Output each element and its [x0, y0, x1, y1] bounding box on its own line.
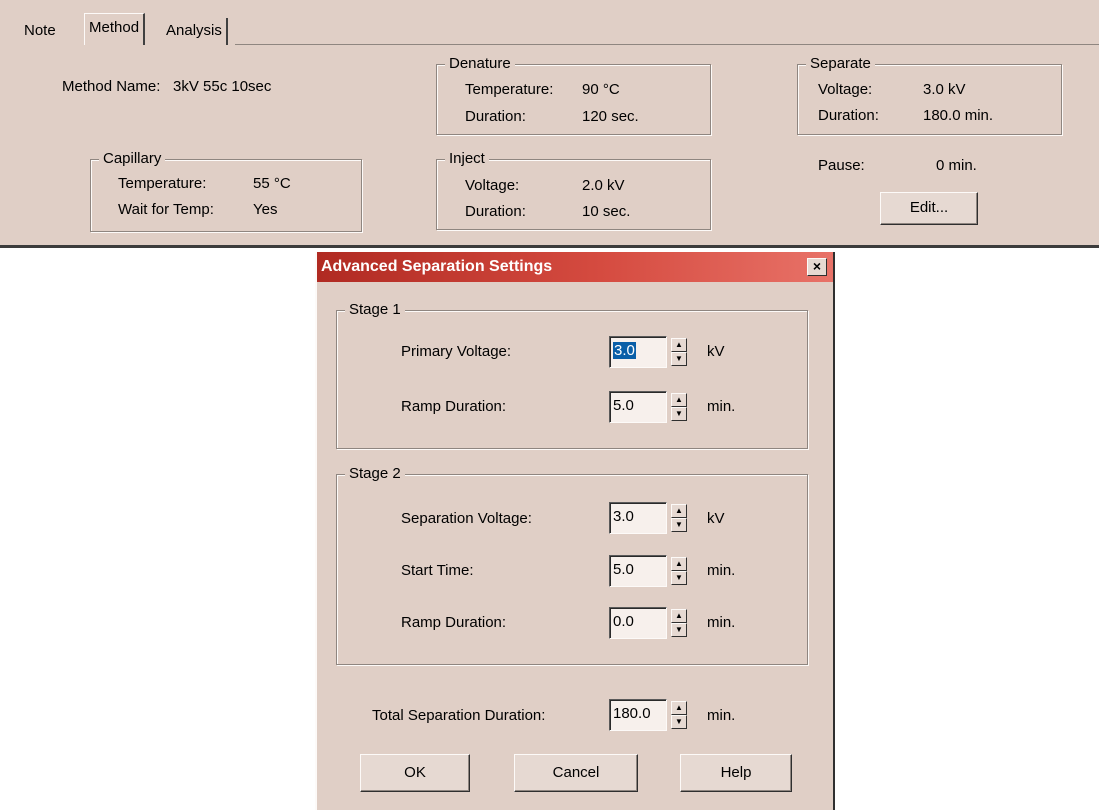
start-time-spinner[interactable]: 5.0 ▲ ▼ — [609, 555, 689, 587]
denature-title: Denature — [445, 55, 515, 73]
start-time-label: Start Time: — [401, 562, 474, 579]
spin-up-icon[interactable]: ▲ — [671, 393, 687, 407]
tab-note[interactable]: Note — [20, 18, 60, 46]
denature-duration-value: 120 sec. — [582, 108, 639, 125]
spin-up-icon[interactable]: ▲ — [671, 504, 687, 518]
spin-down-icon[interactable]: ▼ — [671, 715, 687, 729]
stage-2-ramp-duration-unit: min. — [707, 614, 736, 631]
primary-voltage-unit: kV — [707, 343, 725, 360]
stage-2-ramp-duration-spinner[interactable]: 0.0 ▲ ▼ — [609, 607, 689, 639]
pause-value: 0 min. — [936, 157, 977, 174]
stage-2-title: Stage 2 — [345, 465, 405, 483]
advanced-separation-dialog: Advanced Separation Settings × Stage 1 P… — [315, 252, 835, 810]
dialog-title-bar[interactable]: Advanced Separation Settings × — [317, 252, 833, 282]
stage-1-title: Stage 1 — [345, 301, 405, 319]
spin-up-icon[interactable]: ▲ — [671, 338, 687, 352]
denature-temperature-label: Temperature: — [465, 81, 554, 98]
capillary-temperature-value: 55 °C — [253, 175, 291, 192]
separate-duration-value: 180.0 min. — [923, 107, 994, 124]
dialog-title: Advanced Separation Settings — [321, 258, 553, 275]
tab-strip-line — [235, 44, 1099, 45]
spin-down-icon[interactable]: ▼ — [671, 518, 687, 532]
start-time-arrows[interactable]: ▲ ▼ — [671, 557, 687, 585]
ok-button[interactable]: OK — [360, 754, 470, 792]
stage-1-ramp-duration-spinner[interactable]: 5.0 ▲ ▼ — [609, 391, 689, 423]
stage-1-ramp-duration-label: Ramp Duration: — [401, 398, 507, 415]
separation-voltage-input[interactable]: 3.0 — [609, 502, 667, 534]
spin-down-icon[interactable]: ▼ — [671, 407, 687, 421]
spin-down-icon[interactable]: ▼ — [671, 352, 687, 366]
separation-voltage-unit: kV — [707, 510, 725, 527]
separation-voltage-arrows[interactable]: ▲ ▼ — [671, 504, 687, 532]
tab-method[interactable]: Method — [84, 13, 146, 45]
separate-title: Separate — [806, 55, 875, 73]
tab-analysis[interactable]: Analysis — [162, 18, 228, 45]
total-separation-duration-arrows[interactable]: ▲ ▼ — [671, 701, 687, 729]
total-separation-duration-unit: min. — [707, 707, 736, 724]
inject-title: Inject — [445, 150, 489, 168]
stage-1-ramp-duration-input[interactable]: 5.0 — [609, 391, 667, 423]
separate-voltage-label: Voltage: — [818, 81, 873, 98]
separation-voltage-spinner[interactable]: 3.0 ▲ ▼ — [609, 502, 689, 534]
help-button[interactable]: Help — [680, 754, 792, 792]
separation-voltage-label: Separation Voltage: — [401, 510, 532, 527]
start-time-input[interactable]: 5.0 — [609, 555, 667, 587]
primary-voltage-spinner[interactable]: 3.0 ▲ ▼ — [609, 336, 689, 368]
spin-up-icon[interactable]: ▲ — [671, 557, 687, 571]
primary-voltage-arrows[interactable]: ▲ ▼ — [671, 338, 687, 366]
denature-temperature-value: 90 °C — [582, 81, 620, 98]
wait-for-temp-value: Yes — [253, 201, 278, 218]
inject-voltage-value: 2.0 kV — [582, 177, 625, 194]
stage-1-ramp-duration-unit: min. — [707, 398, 736, 415]
capillary-group: Capillary — [90, 150, 362, 232]
start-time-unit: min. — [707, 562, 736, 579]
method-name-value: 3kV 55c 10sec — [173, 78, 272, 95]
tab-strip: Note Method Analysis — [0, 9, 1099, 47]
close-icon[interactable]: × — [807, 258, 827, 276]
primary-voltage-input[interactable]: 3.0 — [609, 336, 667, 368]
spin-down-icon[interactable]: ▼ — [671, 623, 687, 637]
edit-button[interactable]: Edit... — [880, 192, 978, 225]
capillary-temperature-label: Temperature: — [118, 175, 207, 192]
wait-for-temp-label: Wait for Temp: — [118, 201, 214, 218]
stage-1-group: Stage 1 — [336, 301, 808, 449]
spin-up-icon[interactable]: ▲ — [671, 609, 687, 623]
method-name-label: Method Name: — [62, 78, 161, 95]
total-separation-duration-label: Total Separation Duration: — [372, 707, 546, 724]
spin-up-icon[interactable]: ▲ — [671, 701, 687, 715]
stage-2-ramp-duration-arrows[interactable]: ▲ ▼ — [671, 609, 687, 637]
primary-voltage-label: Primary Voltage: — [401, 343, 512, 360]
stage-2-ramp-duration-label: Ramp Duration: — [401, 614, 507, 631]
spin-down-icon[interactable]: ▼ — [671, 571, 687, 585]
inject-voltage-label: Voltage: — [465, 177, 520, 194]
cancel-button[interactable]: Cancel — [514, 754, 638, 792]
pause-label: Pause: — [818, 157, 865, 174]
primary-voltage-value: 3.0 — [613, 342, 636, 359]
inject-duration-value: 10 sec. — [582, 203, 631, 220]
stage-2-ramp-duration-input[interactable]: 0.0 — [609, 607, 667, 639]
capillary-title: Capillary — [99, 150, 166, 168]
inject-duration-label: Duration: — [465, 203, 526, 220]
total-separation-duration-input[interactable]: 180.0 — [609, 699, 667, 731]
separate-voltage-value: 3.0 kV — [923, 81, 966, 98]
total-separation-duration-spinner[interactable]: 180.0 ▲ ▼ — [609, 699, 689, 731]
denature-duration-label: Duration: — [465, 108, 526, 125]
separate-duration-label: Duration: — [818, 107, 879, 124]
stage-1-ramp-duration-arrows[interactable]: ▲ ▼ — [671, 393, 687, 421]
method-panel: Note Method Analysis Method Name: 3kV 55… — [0, 0, 1099, 248]
